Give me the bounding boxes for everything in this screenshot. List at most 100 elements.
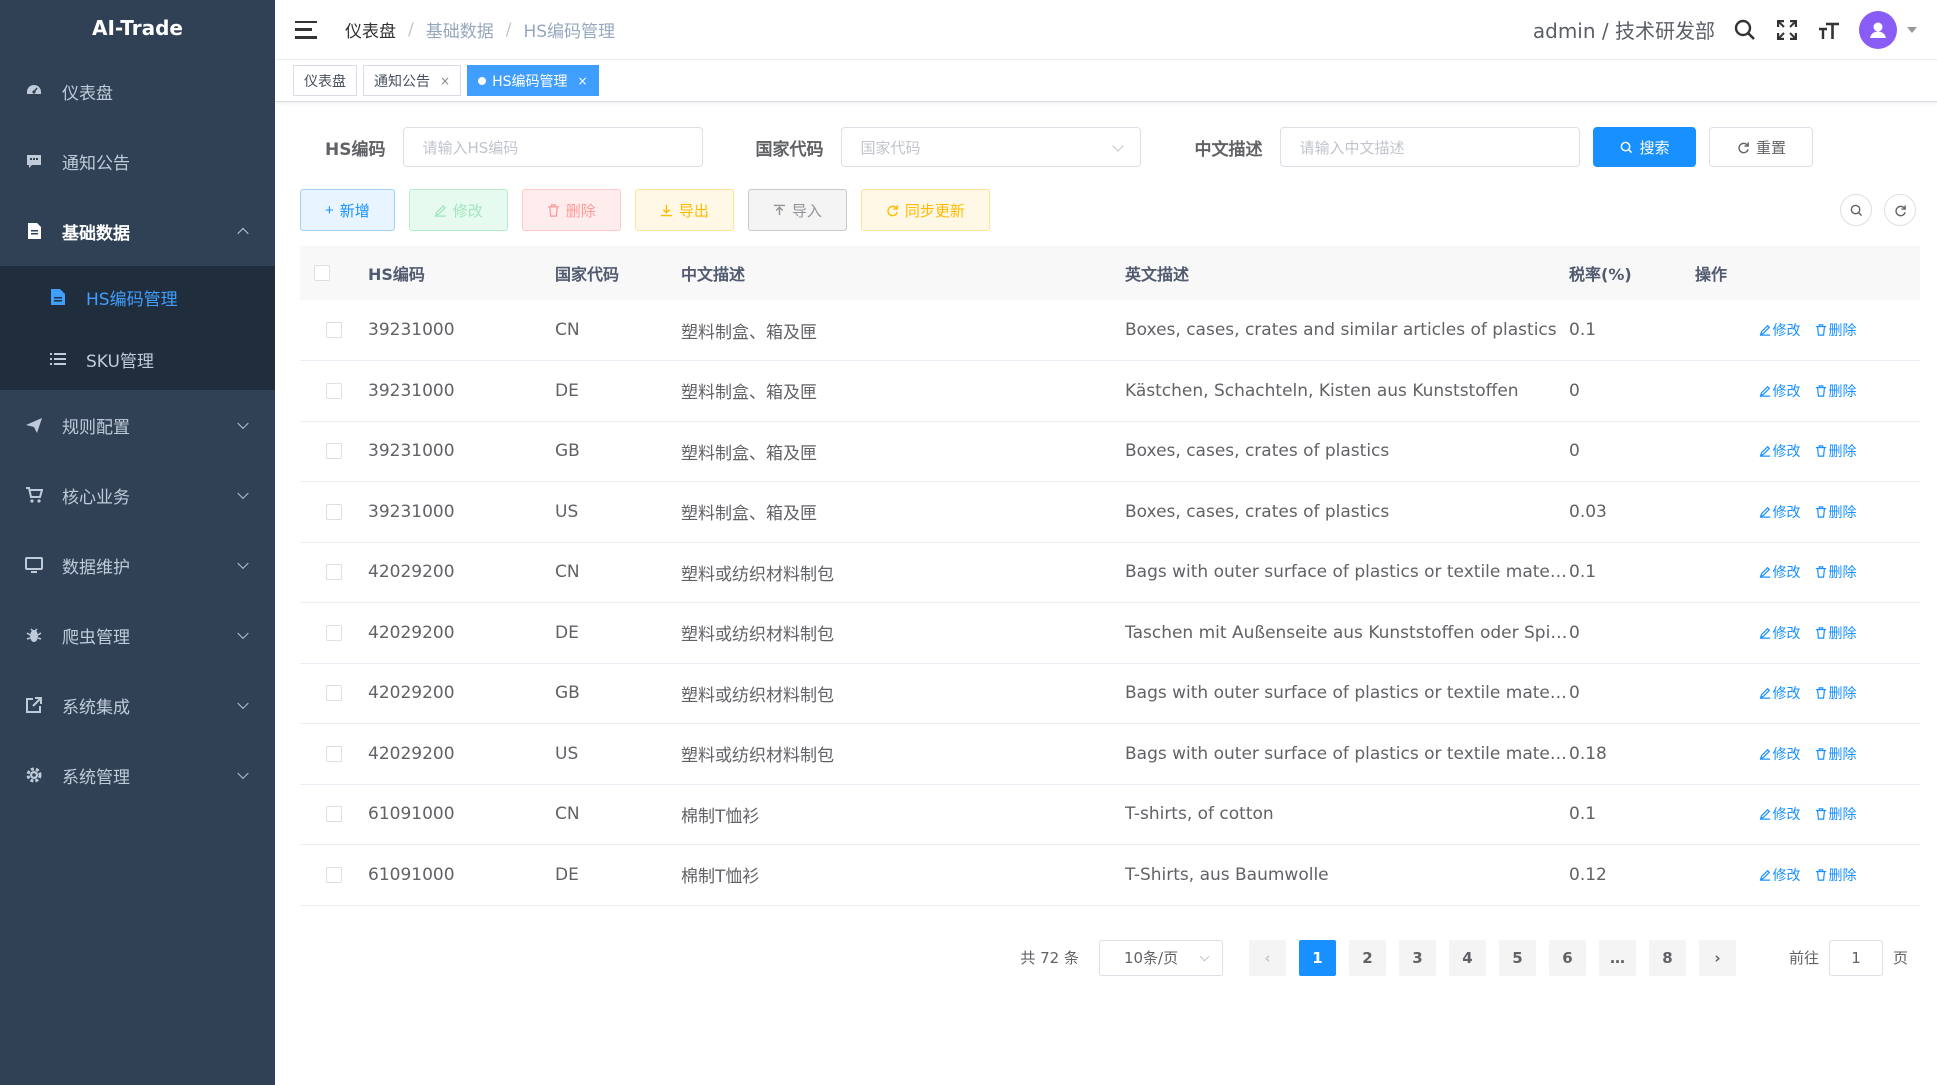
breadcrumb-item[interactable]: 仪表盘 [345,17,396,42]
country-code-cell: GB [555,683,580,704]
fullscreen-icon[interactable] [1775,18,1799,42]
tag-hs-code[interactable]: HS编码管理 × [467,65,599,96]
row-checkbox[interactable] [326,685,342,702]
cn-desc-input[interactable]: 请输入中文描述 [1280,127,1581,167]
reset-button[interactable]: 重置 [1709,127,1814,167]
row-checkbox[interactable] [326,866,342,883]
close-icon[interactable]: × [440,74,450,88]
sidebar-item-data-maintenance[interactable]: 数据维护 [0,530,275,600]
row-edit-link[interactable]: 修改 [1759,320,1801,340]
sidebar-item-integration[interactable]: 系统集成 [0,670,275,740]
font-size-icon[interactable] [1817,18,1841,42]
edit-button[interactable]: 修改 [408,189,508,231]
table-row[interactable]: 42029200 US 塑料或纺织材料制包 Bags with outer surfa… [300,724,1920,784]
page-button[interactable]: 8 [1648,939,1686,976]
tag-notice[interactable]: 通知公告 × [363,65,462,96]
add-button[interactable]: + 新增 [300,189,395,231]
table-row[interactable]: 42029200 GB 塑料或纺织材料制包 Bags with outer surfa… [300,663,1920,724]
hs-code-cell: 39231000 [368,380,455,401]
row-delete-link[interactable]: 删除 [1815,381,1857,401]
sidebar-item-crawler[interactable]: 爬虫管理 [0,600,275,670]
table-row[interactable]: 42029200 CN 塑料或纺织材料制包 Bags with outer surfa… [300,542,1920,603]
row-edit-link[interactable]: 修改 [1759,865,1801,885]
sidebar-item-rules[interactable]: 规则配置 [0,390,275,460]
sidebar-item-hs-code[interactable]: HS编码管理 [0,266,275,328]
page-button[interactable]: 4 [1448,939,1486,976]
row-delete-link[interactable]: 删除 [1815,623,1857,643]
page-button[interactable]: 5 [1498,939,1536,976]
row-checkbox[interactable] [326,806,342,823]
sync-update-button[interactable]: 同步更新 [860,189,990,231]
row-edit-link[interactable]: 修改 [1759,744,1801,764]
trash-icon [1815,627,1826,639]
refresh-icon [1738,141,1749,153]
avatar[interactable] [1859,10,1897,49]
sidebar-item-basic-data[interactable]: 基础数据 [0,196,275,266]
tag-dashboard[interactable]: 仪表盘 [293,65,357,96]
sidebar-item-system[interactable]: 系统管理 [0,740,275,810]
page-button[interactable]: 1 [1298,939,1336,976]
search-form: HS编码 请输入HS编码 国家代码 国家代码 中文描述 请输入中文描述 搜索 重… [300,122,1920,172]
edit-icon [1759,506,1770,518]
row-checkbox[interactable] [326,503,342,520]
import-button[interactable]: 导入 [747,189,847,231]
row-checkbox[interactable] [326,382,342,399]
row-edit-link[interactable]: 修改 [1759,562,1801,582]
row-checkbox[interactable] [326,745,342,762]
page-size-select[interactable]: 10条/页 [1098,939,1223,976]
row-delete-link[interactable]: 删除 [1815,744,1857,764]
page-button[interactable]: 2 [1348,939,1386,976]
row-edit-link[interactable]: 修改 [1759,502,1801,522]
country-code-select[interactable]: 国家代码 [841,127,1142,167]
hamburger-icon[interactable] [295,20,317,39]
page-ellipsis[interactable]: … [1598,939,1636,976]
row-delete-link[interactable]: 删除 [1815,865,1857,885]
search-button[interactable]: 搜索 [1593,127,1697,167]
table-row[interactable]: 61091000 DE 棉制T恤衫 T-Shirts, aus Baumwolle 0.… [300,845,1920,905]
sidebar-item-notice[interactable]: 通知公告 [0,126,275,196]
page-button[interactable]: 3 [1398,939,1436,976]
row-edit-link[interactable]: 修改 [1759,804,1801,824]
total-count: 共 72 条 [1020,949,1079,967]
refresh-button[interactable] [1884,194,1916,226]
goto-page-input[interactable]: 1 [1828,939,1883,976]
table-row[interactable]: 39231000 CN 塑料制盒、箱及匣 Boxes, cases, crates a… [300,300,1920,361]
caret-down-icon[interactable] [1907,26,1917,33]
row-delete-link[interactable]: 删除 [1815,441,1857,461]
row-checkbox[interactable] [326,564,342,581]
trash-icon [1815,748,1826,760]
row-delete-link[interactable]: 删除 [1815,562,1857,582]
row-edit-link[interactable]: 修改 [1759,441,1801,461]
page-button[interactable]: 6 [1548,939,1586,976]
row-checkbox[interactable] [326,322,342,338]
select-all-checkbox[interactable] [314,265,330,281]
row-edit-link[interactable]: 修改 [1759,683,1801,703]
toggle-search-button[interactable] [1840,194,1872,226]
close-icon[interactable]: × [577,74,587,88]
export-button[interactable]: 导出 [634,189,734,231]
search-icon[interactable] [1733,18,1757,42]
table-row[interactable]: 39231000 US 塑料制盒、箱及匣 Boxes, cases, crates o… [300,482,1920,542]
table-row[interactable]: 39231000 DE 塑料制盒、箱及匣 Kästchen, Schachteln, … [300,361,1920,421]
table-row[interactable]: 39231000 GB 塑料制盒、箱及匣 Boxes, cases, crates o… [300,421,1920,482]
prev-page-button[interactable]: ‹ [1248,939,1286,976]
table-row[interactable]: 42029200 DE 塑料或纺织材料制包 Taschen mit Außenseit… [300,603,1920,663]
row-delete-link[interactable]: 删除 [1815,804,1857,824]
table-row[interactable]: 61091000 CN 棉制T恤衫 T-shirts, of cotton 0.1 修改删… [300,784,1920,845]
hs-code-input[interactable]: 请输入HS编码 [403,127,704,167]
row-checkbox[interactable] [326,624,342,641]
row-checkbox[interactable] [326,443,342,460]
row-delete-link[interactable]: 删除 [1815,683,1857,703]
delete-button[interactable]: 删除 [521,189,621,231]
en-desc-cell: Bags with outer surface of plastics or t… [1125,562,1569,583]
next-page-button[interactable]: › [1698,939,1736,976]
row-edit-link[interactable]: 修改 [1759,623,1801,643]
row-delete-link[interactable]: 删除 [1815,502,1857,522]
sidebar-item-dashboard[interactable]: 仪表盘 [0,56,275,126]
sidebar-item-sku[interactable]: SKU管理 [0,328,275,390]
sidebar-item-label: 通知公告 [62,153,130,174]
row-edit-link[interactable]: 修改 [1759,381,1801,401]
row-delete-link[interactable]: 删除 [1815,320,1857,340]
app-logo: AI-Trade [92,16,183,40]
sidebar-item-core[interactable]: 核心业务 [0,460,275,530]
